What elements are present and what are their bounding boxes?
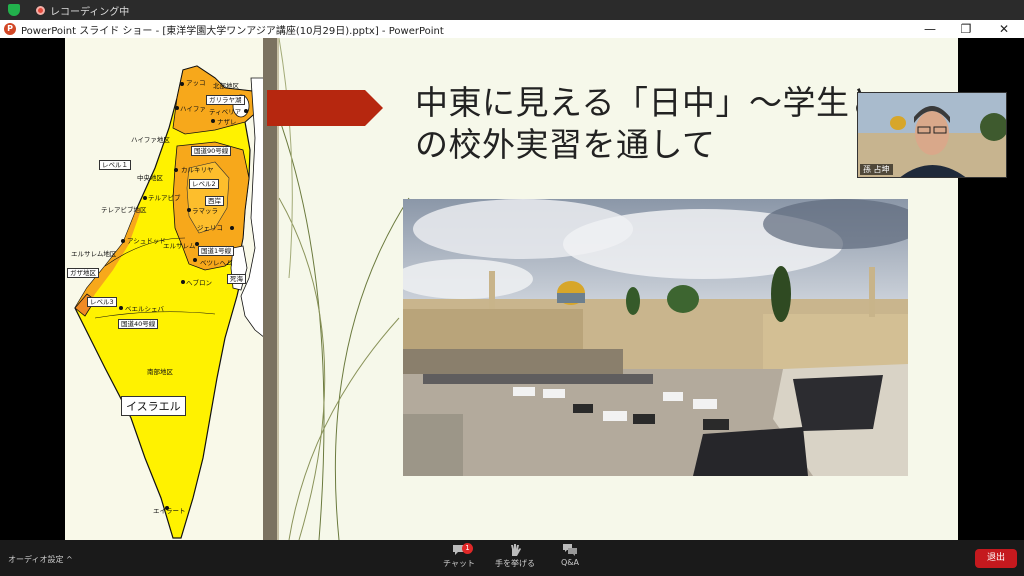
map-label-hebron: ヘブロン [186, 279, 212, 287]
map-label-ramallah: ラマッラ [192, 207, 218, 215]
map-label-route90: 国道90号線 [191, 146, 232, 156]
qa-button[interactable]: Q&A [545, 544, 595, 567]
map-label-qalqilya: カルキリヤ [181, 166, 214, 174]
israel-map: アッコ 北部地区 ガリラヤ湖 ハイファ ティベリア ナザレ ハイファ地区 国道9… [65, 38, 265, 540]
map-label-south: 南部地区 [147, 368, 173, 376]
slide: アッコ 北部地区 ガリラヤ湖 ハイファ ティベリア ナザレ ハイファ地区 国道9… [65, 38, 958, 540]
map-label-telaviv-district: テレアビブ地区 [101, 206, 147, 214]
map-label-jericho: ジェリコ [197, 224, 223, 232]
map-label-haifa-district: ハイファ地区 [131, 136, 170, 144]
photo-scene [403, 199, 908, 476]
qa-label: Q&A [560, 558, 579, 567]
participant-video[interactable]: 孫 占坤 [857, 92, 1007, 178]
map-label-central: 中央地区 [137, 174, 163, 182]
map-label-jerusalem: エルサレム [163, 242, 196, 250]
recording-icon [36, 5, 45, 15]
map-label-israel: イスラエル [121, 396, 186, 416]
map-label-level3: レベル3 [87, 297, 117, 307]
red-arrow-shape [267, 90, 383, 126]
map-label-jerusalem-district: エルサレム地区 [71, 250, 117, 258]
map-label-north: 北部地区 [213, 82, 239, 90]
map-label-eilat: エイラート [153, 507, 186, 515]
meeting-controls: オーディオ設定 ^ 1 チャット 手を挙げる Q&A 退出 [0, 540, 1024, 576]
hand-icon [511, 544, 521, 556]
raise-hand-button[interactable]: 手を挙げる [490, 544, 540, 569]
map-label-beersheba: ベエルシェバ [125, 305, 164, 313]
chat-badge: 1 [462, 543, 473, 554]
map-label-deadsea: 死海 [227, 274, 246, 284]
map-label-ashdod: アシュドッド [127, 237, 166, 245]
window-title: PowerPoint スライド ショー - [東洋学園大学ワンアジア講座(10月… [21, 25, 444, 37]
map-label-level1: レベル１ [99, 160, 131, 170]
map-label-route1: 国道1号線 [198, 246, 235, 256]
minimize-button[interactable]: — [910, 20, 950, 38]
audio-settings-label: オーディオ設定 [8, 555, 64, 564]
map-label-haifa: ハイファ [180, 105, 206, 113]
map-label-bethlehem: ベツレヘム [200, 259, 233, 267]
powerpoint-icon: P [4, 23, 16, 35]
map-label-westbank: 西岸 [205, 196, 224, 206]
map-label-telaviv: テルアビブ [148, 194, 181, 202]
map-label-akko: アッコ [186, 79, 206, 87]
window-titlebar: P PowerPoint スライド ショー - [東洋学園大学ワンアジア講座(1… [0, 20, 1024, 38]
map-label-galilee: ガリラヤ湖 [206, 95, 245, 105]
map-label-level2: レベル2 [189, 179, 219, 189]
shield-icon [8, 4, 20, 16]
map-label-nazareth: ナザレ [217, 118, 237, 126]
chevron-up-icon: ^ [66, 555, 73, 564]
chat-button[interactable]: 1 チャット [434, 543, 484, 569]
audio-settings-button[interactable]: オーディオ設定 ^ [8, 554, 73, 565]
map-label-tiberias: ティベリア [209, 108, 242, 116]
recording-bar: レコーディング中 [0, 0, 1024, 20]
raise-hand-label: 手を挙げる [495, 559, 535, 568]
chat-label: チャット [443, 559, 475, 568]
close-button[interactable]: ✕ [984, 20, 1024, 38]
participant-name: 孫 占坤 [860, 164, 893, 175]
recording-label: レコーディング中 [50, 6, 130, 18]
restore-button[interactable]: ❐ [946, 20, 986, 38]
qa-icon [563, 544, 577, 556]
jerusalem-photo [403, 199, 908, 476]
leave-button[interactable]: 退出 [975, 549, 1017, 568]
map-label-route40: 国道40号線 [118, 319, 159, 329]
map-label-gaza: ガザ地区 [67, 268, 99, 278]
